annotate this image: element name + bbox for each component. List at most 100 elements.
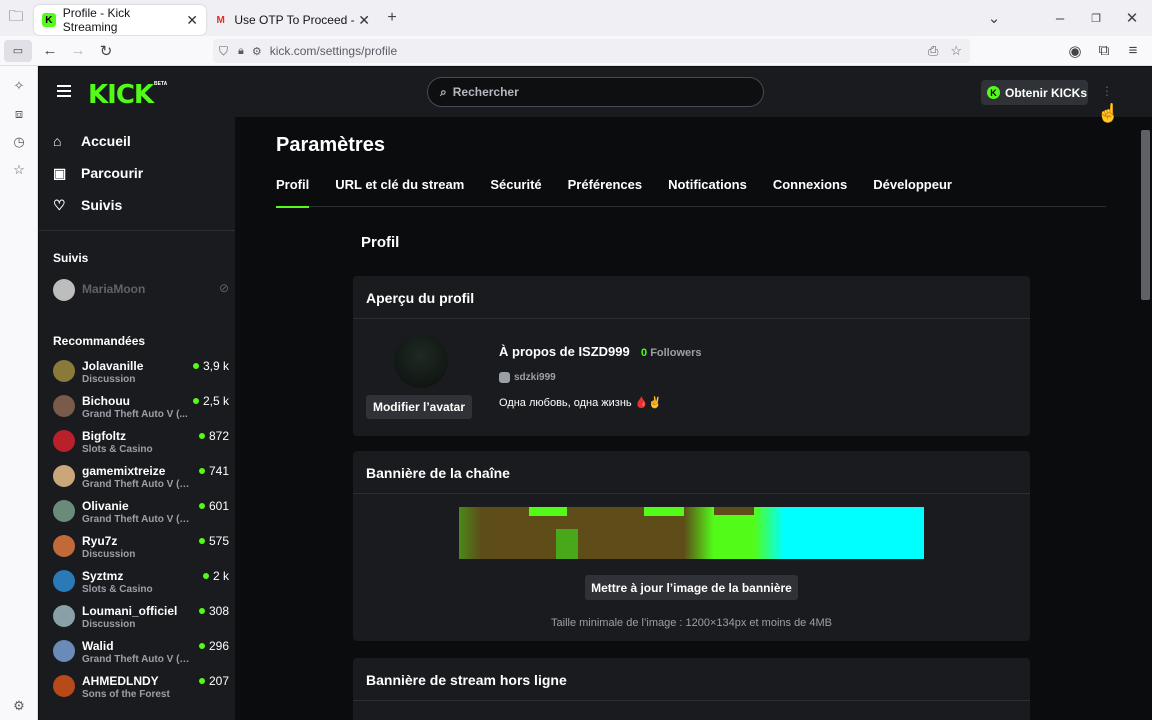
sidebar-divider bbox=[39, 230, 235, 231]
recommended-channel[interactable]: Ryu7z Discussion 575 bbox=[53, 533, 233, 568]
live-dot-icon bbox=[202, 573, 209, 579]
channel-name: Bigfoltz bbox=[82, 429, 126, 443]
avatar bbox=[53, 360, 75, 382]
update-banner-button[interactable]: Mettre à jour l’image de la bannière bbox=[585, 575, 798, 600]
live-dot-icon bbox=[198, 643, 205, 649]
account-icon[interactable]: ◉ bbox=[1061, 37, 1089, 65]
sidebar-item-browse[interactable]: ▣ Parcourir bbox=[39, 157, 235, 189]
following-channel[interactable]: MariaMoon ⊘ bbox=[53, 277, 233, 312]
recommended-channel[interactable]: Syztmz Slots & Casino 2 k bbox=[53, 568, 233, 603]
sidebar-item-home[interactable]: ⌂ Accueil bbox=[39, 125, 235, 157]
card-title: Aperçu du profil bbox=[353, 276, 1030, 319]
tab-notifications[interactable]: Notifications bbox=[668, 177, 747, 207]
avatar bbox=[53, 500, 75, 522]
kick-logo[interactable]: KICK bbox=[88, 80, 154, 110]
live-dot-icon bbox=[198, 608, 205, 614]
permissions-icon[interactable]: ⚙ bbox=[252, 45, 262, 58]
tab-connexions[interactable]: Connexions bbox=[773, 177, 847, 207]
sidebar-settings-icon[interactable]: ⚙ bbox=[0, 692, 38, 720]
edit-avatar-button[interactable]: Modifier l’avatar bbox=[366, 395, 472, 419]
channel-category: Slots & Casino bbox=[82, 444, 153, 455]
search-input[interactable]: ⌕ Rechercher bbox=[427, 77, 764, 107]
tab-sécurité[interactable]: Sécurité bbox=[490, 177, 541, 207]
menu-icon[interactable]: ≡ bbox=[1119, 37, 1147, 65]
extensions-icon[interactable]: ⧉ bbox=[1090, 37, 1118, 65]
channel-category: Grand Theft Auto V (G... bbox=[82, 514, 194, 525]
close-tab-icon[interactable]: ✕ bbox=[358, 12, 370, 29]
social-handle[interactable]: sdzki999 bbox=[499, 372, 556, 383]
viewer-count: 872 bbox=[198, 429, 229, 443]
recommended-channel[interactable]: Walid Grand Theft Auto V (G... 296 bbox=[53, 638, 233, 673]
channel-name: Ryu7z bbox=[82, 534, 118, 548]
lock-icon[interactable]: 🔒︎ bbox=[238, 45, 244, 58]
kicks-coin-icon: K bbox=[987, 86, 1000, 99]
bookmarks-icon[interactable]: ☆ bbox=[0, 156, 38, 184]
tab-list-icon[interactable]: 🗀 bbox=[2, 4, 30, 32]
close-tab-icon[interactable]: ✕ bbox=[186, 12, 198, 29]
channel-name: Loumani_officiel bbox=[82, 604, 178, 618]
profile-bio: Одна любовь, одна жизнь 🩸✌️ bbox=[499, 397, 663, 409]
profile-preview-card: Aperçu du profil Modifier l’avatar À pro… bbox=[353, 276, 1030, 436]
browser-nav-bar: ▭ ← → ↻ ⛉ 🔒︎ ⚙ kick.com/settings/profile… bbox=[0, 36, 1152, 66]
card-title: Bannière de stream hors ligne bbox=[353, 658, 1030, 701]
reader-view-icon[interactable]: ⎙ bbox=[928, 43, 938, 59]
recommended-channel[interactable]: Loumani_officiel Discussion 308 bbox=[53, 603, 233, 638]
beta-badge: BETA bbox=[154, 81, 168, 87]
recommended-channel[interactable]: Jolavanille Discussion 3,9 k bbox=[53, 358, 233, 393]
ai-chat-icon[interactable]: ✧ bbox=[0, 72, 38, 100]
tab-préférences[interactable]: Préférences bbox=[568, 177, 642, 207]
reload-button[interactable]: ↻ bbox=[92, 37, 120, 65]
offline-icon: ⊘ bbox=[218, 281, 229, 295]
synced-tabs-icon[interactable]: ⧈ bbox=[0, 100, 38, 128]
sidebar-item-label: Accueil bbox=[81, 133, 131, 149]
forward-button[interactable]: → bbox=[64, 37, 92, 65]
tab-url-et-clé-du-stream[interactable]: URL et clé du stream bbox=[335, 177, 464, 207]
offline-banner-card: Bannière de stream hors ligne bbox=[353, 658, 1030, 720]
channel-name: Bichouu bbox=[82, 394, 130, 408]
hamburger-menu-icon[interactable] bbox=[57, 85, 71, 97]
url-text[interactable]: kick.com/settings/profile bbox=[270, 44, 397, 58]
avatar bbox=[53, 279, 75, 301]
recommended-channel[interactable]: gamemixtreize Grand Theft Auto V (G... 741 bbox=[53, 463, 233, 498]
back-button[interactable]: ← bbox=[36, 37, 64, 65]
user-avatar[interactable]: ⋮ bbox=[1101, 84, 1113, 98]
recommended-channel[interactable]: Bichouu Grand Theft Auto V (... 2,5 k bbox=[53, 393, 233, 428]
sidebar-toggle-icon[interactable]: ▭ bbox=[4, 39, 32, 62]
live-dot-icon bbox=[198, 433, 205, 439]
about-heading: À propos de ISZD999 bbox=[499, 344, 630, 359]
browser-tab-profile[interactable]: K Profile - Kick Streaming ✕ bbox=[34, 5, 206, 35]
list-all-tabs-icon[interactable]: ⌄ bbox=[980, 4, 1008, 32]
recommended-channel[interactable]: Bigfoltz Slots & Casino 872 bbox=[53, 428, 233, 463]
get-kicks-button[interactable]: K Obtenir KICKs bbox=[981, 80, 1088, 105]
browser-tab-gmail[interactable]: M Use OTP To Proceed - yassinebo ✕ bbox=[206, 5, 378, 35]
channel-category: Discussion bbox=[82, 549, 136, 560]
recommended-channel[interactable]: AHMEDLNDY Sons of the Forest 207 bbox=[53, 673, 233, 708]
avatar bbox=[53, 640, 75, 662]
viewer-count: 741 bbox=[198, 464, 229, 478]
viewer-count: 601 bbox=[198, 499, 229, 513]
tab-développeur[interactable]: Développeur bbox=[873, 177, 952, 207]
channel-category: Discussion bbox=[82, 619, 136, 630]
bookmark-star-icon[interactable]: ☆ bbox=[950, 43, 962, 59]
get-kicks-label: Obtenir KICKs bbox=[1005, 85, 1088, 100]
scrollbar-thumb[interactable] bbox=[1141, 130, 1150, 300]
restore-button[interactable]: ❐ bbox=[1082, 4, 1110, 32]
page-scrollbar[interactable] bbox=[1138, 118, 1152, 720]
channel-name: Jolavanille bbox=[82, 359, 144, 373]
shield-icon[interactable]: ⛉ bbox=[219, 44, 228, 59]
url-bar[interactable]: ⛉ 🔒︎ ⚙ kick.com/settings/profile ⎙ ☆ bbox=[213, 39, 970, 63]
avatar bbox=[53, 570, 75, 592]
channel-category: Slots & Casino bbox=[82, 584, 153, 595]
sidebar-item-following[interactable]: ♡ Suivis bbox=[39, 189, 235, 221]
minimize-button[interactable]: – bbox=[1046, 4, 1074, 32]
avatar bbox=[53, 430, 75, 452]
close-window-button[interactable]: ✕ bbox=[1118, 4, 1146, 32]
avatar bbox=[53, 675, 75, 697]
history-icon[interactable]: ◷ bbox=[0, 128, 38, 156]
search-icon: ⌕ bbox=[440, 84, 447, 99]
viewer-count: 575 bbox=[198, 534, 229, 548]
recommended-channel[interactable]: Olivanie Grand Theft Auto V (G... 601 bbox=[53, 498, 233, 533]
new-tab-button[interactable]: + bbox=[378, 4, 406, 32]
tab-profil[interactable]: Profil bbox=[276, 177, 310, 208]
channel-name: AHMEDLNDY bbox=[82, 674, 159, 688]
